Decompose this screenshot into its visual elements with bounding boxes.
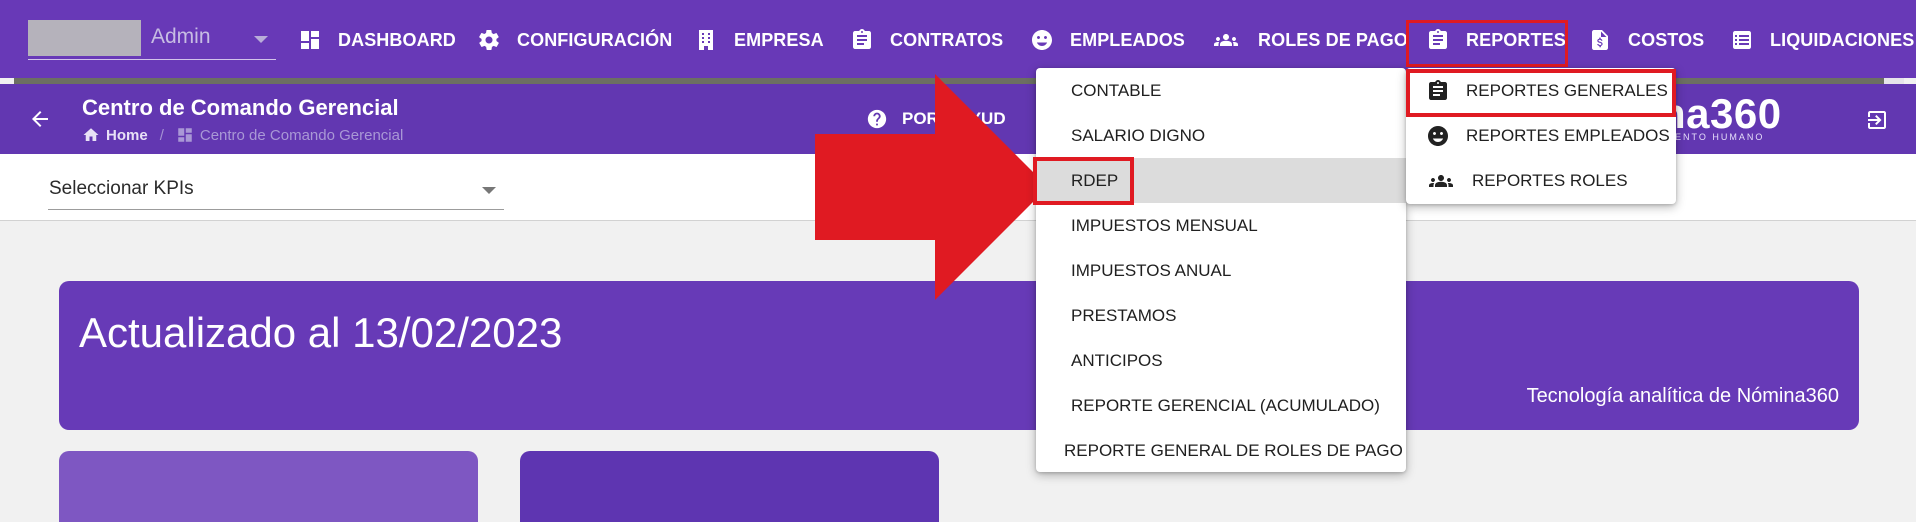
- face-icon: [1032, 30, 1052, 50]
- kpi-select[interactable]: Seleccionar KPIs: [48, 174, 504, 210]
- people-icon: [1429, 174, 1453, 187]
- arrow-left-icon: [32, 111, 48, 127]
- logout-button[interactable]: [1865, 108, 1889, 137]
- nav-contratos-label: CONTRATOS: [890, 29, 1004, 50]
- nav-liquidaciones-label: LIQUIDACIONES: [1770, 29, 1915, 50]
- nav-costos[interactable]: COSTOS: [1588, 20, 1704, 60]
- banner-subtitle: Tecnología analítica de Nómina360: [1526, 385, 1839, 407]
- nav-roles-de-pago[interactable]: ROLES DE PAGO: [1210, 20, 1408, 60]
- list-icon: [1733, 31, 1751, 49]
- nav-empresa[interactable]: EMPRESA: [694, 20, 824, 60]
- nav-dashboard[interactable]: DASHBOARD: [298, 20, 456, 60]
- reportes-generales-submenu: CONTABLE SALARIO DIGNO RDEP IMPUESTOS ME…: [1036, 68, 1406, 472]
- menu-item-anticipos[interactable]: ANTICIPOS: [1036, 338, 1406, 383]
- breadcrumb-home[interactable]: Home: [106, 127, 148, 144]
- nav-liquidaciones[interactable]: LIQUIDACIONES: [1730, 20, 1914, 60]
- nav-empresa-label: EMPRESA: [734, 29, 824, 50]
- menu-item-prestamos[interactable]: PRESTAMOS: [1036, 293, 1406, 338]
- home-icon: [83, 128, 99, 141]
- menu-item-reportes-roles-label: REPORTES ROLES: [1472, 170, 1628, 190]
- menu-item-impuestos-mensual[interactable]: IMPUESTOS MENSUAL: [1036, 203, 1406, 248]
- nav-configuracion-label: CONFIGURACIÓN: [517, 29, 673, 50]
- user-select[interactable]: Admin: [28, 18, 276, 60]
- gear-icon: [479, 30, 499, 50]
- top-navbar: Admin DASHBOARD CONFIGURACIÓN EMPRESA CO…: [0, 0, 1916, 78]
- menu-item-impuestos-anual[interactable]: IMPUESTOS ANUAL: [1036, 248, 1406, 293]
- menu-item-contable[interactable]: CONTABLE: [1036, 68, 1406, 113]
- nav-empleados[interactable]: EMPLEADOS: [1030, 20, 1185, 60]
- kpi-select-label: Seleccionar KPIs: [49, 178, 194, 199]
- nav-empleados-label: EMPLEADOS: [1070, 29, 1185, 50]
- breadcrumb-separator: /: [159, 126, 164, 144]
- kpi-card: [59, 451, 478, 522]
- page-title: Centro de Comando Gerencial: [82, 95, 399, 120]
- kpi-card: [520, 451, 939, 522]
- banner-title: Actualizado al 13/02/2023: [79, 309, 563, 356]
- reportes-highlight-frame: [1406, 20, 1568, 67]
- nav-configuracion[interactable]: CONFIGURACIÓN: [477, 20, 672, 60]
- nav-contratos[interactable]: CONTRATOS: [850, 20, 1003, 60]
- menu-item-reporte-gerencial[interactable]: REPORTE GERENCIAL (ACUMULADO): [1036, 383, 1406, 428]
- menu-item-reportes-roles[interactable]: REPORTES ROLES: [1406, 158, 1676, 203]
- logo-text: na360: [1660, 90, 1782, 137]
- building-icon: [699, 30, 713, 50]
- nav-costos-label: COSTOS: [1628, 29, 1705, 50]
- reportes-generales-highlight-frame: [1406, 69, 1676, 117]
- back-button[interactable]: [28, 107, 52, 131]
- people-icon: [1214, 34, 1238, 46]
- nav-roles-de-pago-label: ROLES DE PAGO: [1258, 29, 1408, 50]
- breadcrumb-current: Centro de Comando Gerencial: [199, 126, 404, 144]
- menu-item-reportes-empleados-label: REPORTES EMPLEADOS: [1466, 125, 1670, 145]
- chevron-down-icon: [482, 187, 496, 194]
- rdep-highlight-frame: [1033, 157, 1134, 205]
- menu-item-reportes-empleados[interactable]: REPORTES EMPLEADOS: [1406, 113, 1676, 158]
- logout-icon: [1868, 111, 1886, 129]
- breadcrumb: Home / Centro de Comando Gerencial: [82, 126, 403, 144]
- nav-dashboard-label: DASHBOARD: [338, 29, 456, 50]
- menu-item-salario-digno[interactable]: SALARIO DIGNO: [1036, 113, 1406, 158]
- face-icon: [1428, 125, 1448, 146]
- clipboard-icon: [853, 29, 871, 49]
- dashboard-icon: [301, 31, 319, 49]
- user-role-label: Admin: [151, 25, 211, 48]
- redacted-user-name: [28, 20, 141, 56]
- chevron-down-icon: [254, 36, 268, 43]
- update-banner: Actualizado al 13/02/2023 Tecnología ana…: [59, 281, 1859, 430]
- red-arrow-pointer-icon: [815, 74, 1048, 300]
- menu-item-reporte-general-roles[interactable]: REPORTE GENERAL DE ROLES DE PAGO: [1036, 428, 1406, 473]
- dashboard-icon: [178, 128, 192, 142]
- dollar-doc-icon: [1592, 30, 1608, 50]
